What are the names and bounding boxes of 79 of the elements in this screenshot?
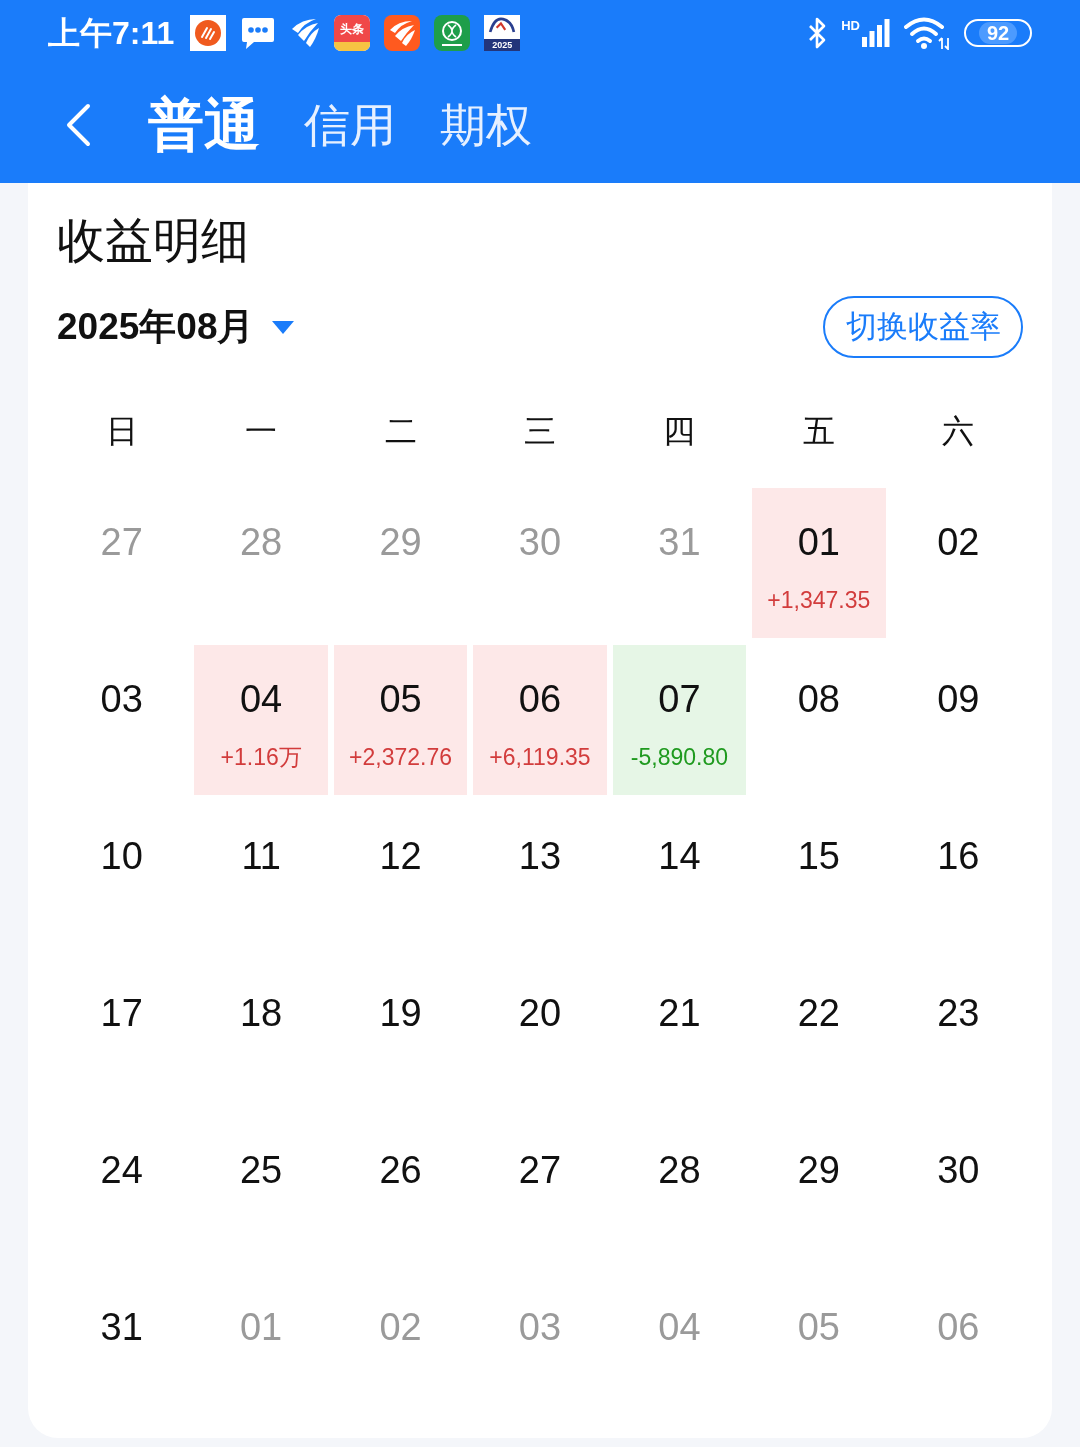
day-number: 03 (100, 677, 143, 721)
day-number: 06 (937, 1305, 980, 1349)
day-number: 21 (658, 991, 701, 1035)
day-number: 24 (100, 1148, 143, 1192)
weekday-label: 三 (524, 412, 556, 451)
month-selector[interactable]: 2025年08月 (55, 305, 295, 349)
day-number: 22 (797, 991, 840, 1035)
account-tab[interactable]: 普通 (148, 92, 260, 157)
day-number: 20 (518, 991, 562, 1035)
day-number: 10 (100, 834, 143, 878)
day-number: 11 (241, 834, 281, 878)
network-type-label: HD (841, 19, 860, 33)
day-number: 04 (240, 677, 283, 721)
feather-app-icon (384, 15, 421, 51)
day-number: 18 (240, 991, 283, 1035)
day-number: 12 (379, 834, 422, 878)
weekday-label: 六 (942, 412, 975, 451)
day-number: 06 (518, 677, 562, 721)
daily-profit: +2,372.76 (349, 743, 453, 771)
daily-profit: -5,890.80 (630, 743, 728, 771)
feather-icon (290, 17, 321, 49)
day-number: 27 (518, 1148, 562, 1192)
daily-profit: +6,119.35 (489, 743, 591, 771)
wifi-icon (904, 16, 950, 50)
app-icon-label: 2025 (492, 40, 513, 50)
circle-logo-app-icon (190, 15, 227, 51)
day-number: 28 (240, 520, 283, 564)
day-number: 05 (797, 1305, 840, 1349)
daily-profit: +1.16万 (220, 743, 302, 771)
weekday-label: 日 (105, 412, 138, 451)
weekday-label: 五 (802, 412, 835, 451)
day-number: 17 (100, 991, 143, 1035)
signal-bars-icon (862, 19, 890, 47)
app-icon-label: 头条 (340, 21, 365, 36)
day-number: 29 (797, 1148, 840, 1192)
day-number: 14 (658, 834, 701, 878)
day-number: 25 (240, 1148, 283, 1192)
calendar-day-cell[interactable]: 07 -5,890.80 (612, 645, 747, 795)
calendar-day-cell[interactable]: 04 +1.16万 (194, 645, 328, 795)
weekday-label: 二 (384, 412, 417, 451)
day-number: 29 (379, 520, 422, 564)
status-time: 上午7:11 (48, 14, 175, 53)
day-number: 30 (937, 1148, 980, 1192)
day-number: 15 (797, 834, 840, 878)
calendar-day-cell[interactable]: 05 +2,372.76 (333, 645, 468, 795)
daily-profit: +1,347.35 (767, 586, 871, 614)
day-number: 31 (658, 520, 701, 564)
card-title: 收益明细 (56, 213, 249, 269)
bluetooth-icon (807, 17, 828, 49)
weekday-label: 一 (245, 412, 278, 451)
day-number: 09 (937, 677, 980, 721)
calendar-day-cell[interactable]: 01 +1,347.35 (752, 488, 886, 638)
day-number: 23 (937, 991, 980, 1035)
ring-logo-app-icon (434, 15, 471, 51)
day-number: 16 (937, 834, 980, 878)
day-number: 02 (937, 520, 980, 564)
caret-down-icon (272, 320, 295, 334)
day-number: 13 (518, 834, 562, 878)
arc-logo-icon (488, 15, 517, 35)
day-number: 08 (797, 677, 840, 721)
day-number: 03 (518, 1305, 562, 1349)
day-number: 28 (658, 1148, 701, 1192)
day-number: 26 (379, 1148, 422, 1192)
day-number: 27 (100, 520, 143, 564)
day-number: 01 (797, 520, 840, 564)
day-number: 01 (240, 1305, 283, 1349)
day-number: 31 (100, 1305, 143, 1349)
day-number: 04 (658, 1305, 701, 1349)
toggle-rate-button[interactable]: 切换收益率 (823, 296, 1023, 358)
day-number: 07 (658, 677, 701, 721)
chevron-left-icon (64, 102, 92, 147)
day-number: 02 (379, 1305, 422, 1349)
battery-percentage: 92 (978, 22, 1018, 44)
day-number: 30 (518, 520, 562, 564)
calendar-day-cell[interactable]: 06 +6,119.35 (473, 645, 607, 795)
day-number: 19 (379, 991, 422, 1035)
chat-bubble-icon (240, 16, 277, 50)
weekday-label: 四 (663, 412, 696, 451)
day-number: 05 (379, 677, 422, 721)
